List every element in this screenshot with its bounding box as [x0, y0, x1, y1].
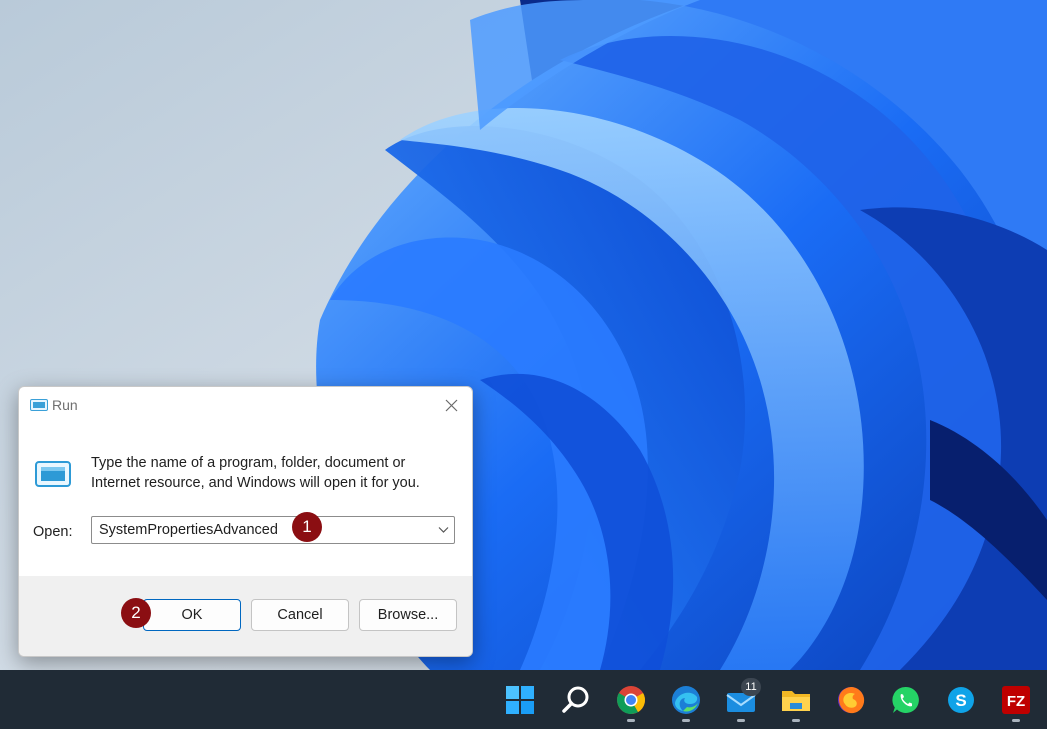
start-icon: [506, 686, 534, 714]
chevron-down-icon[interactable]: [438, 526, 449, 534]
description-line-2: Internet resource, and Windows will open…: [91, 475, 420, 491]
run-icon: [30, 399, 48, 411]
run-program-icon: [35, 461, 71, 487]
description-line-1: Type the name of a program, folder, docu…: [91, 455, 406, 471]
taskbar-edge[interactable]: [666, 680, 706, 722]
close-button[interactable]: [430, 387, 472, 423]
cancel-button[interactable]: Cancel: [251, 599, 349, 631]
filezilla-icon: FZ: [1002, 686, 1030, 714]
run-dialog: Run Type the name of a program, folder, …: [18, 386, 473, 657]
taskbar-start[interactable]: [500, 680, 540, 720]
svg-text:FZ: FZ: [1007, 693, 1025, 710]
dialog-footer: OK Cancel Browse...: [19, 576, 472, 656]
running-indicator: [737, 719, 745, 722]
taskbar-file-explorer[interactable]: [776, 680, 816, 722]
close-icon: [445, 399, 457, 411]
browse-button[interactable]: Browse...: [359, 599, 457, 631]
running-indicator: [627, 719, 635, 722]
step-marker-1: 1: [292, 512, 322, 542]
taskbar-firefox[interactable]: [831, 680, 871, 720]
running-indicator: [1012, 719, 1020, 722]
dialog-description: Type the name of a program, folder, docu…: [91, 453, 451, 493]
window-title: Run: [52, 397, 78, 413]
taskbar-search[interactable]: [556, 680, 596, 720]
whatsapp-icon: [892, 686, 919, 713]
running-indicator: [792, 719, 800, 722]
step-marker-2: 2: [121, 598, 151, 628]
taskbar-whatsapp[interactable]: [886, 680, 926, 720]
open-input[interactable]: SystemPropertiesAdvanced: [99, 522, 278, 538]
svg-text:S: S: [955, 691, 966, 710]
taskbar: 11 S FZ: [0, 670, 1047, 729]
ok-button[interactable]: OK: [143, 599, 241, 631]
skype-icon: S: [948, 687, 974, 713]
chrome-icon: [617, 686, 645, 714]
edge-icon: [672, 686, 700, 714]
mail-badge: 11: [741, 678, 761, 696]
firefox-icon: [838, 687, 865, 714]
search-icon: [562, 686, 589, 713]
title-bar[interactable]: Run: [19, 387, 472, 423]
running-indicator: [682, 719, 690, 722]
taskbar-skype[interactable]: S: [941, 680, 981, 720]
file-explorer-icon: [782, 691, 810, 711]
taskbar-mail[interactable]: 11: [721, 678, 761, 722]
taskbar-filezilla[interactable]: FZ: [996, 680, 1036, 722]
taskbar-chrome[interactable]: [611, 680, 651, 722]
open-label: Open:: [33, 524, 73, 540]
open-combobox[interactable]: SystemPropertiesAdvanced: [91, 516, 455, 544]
